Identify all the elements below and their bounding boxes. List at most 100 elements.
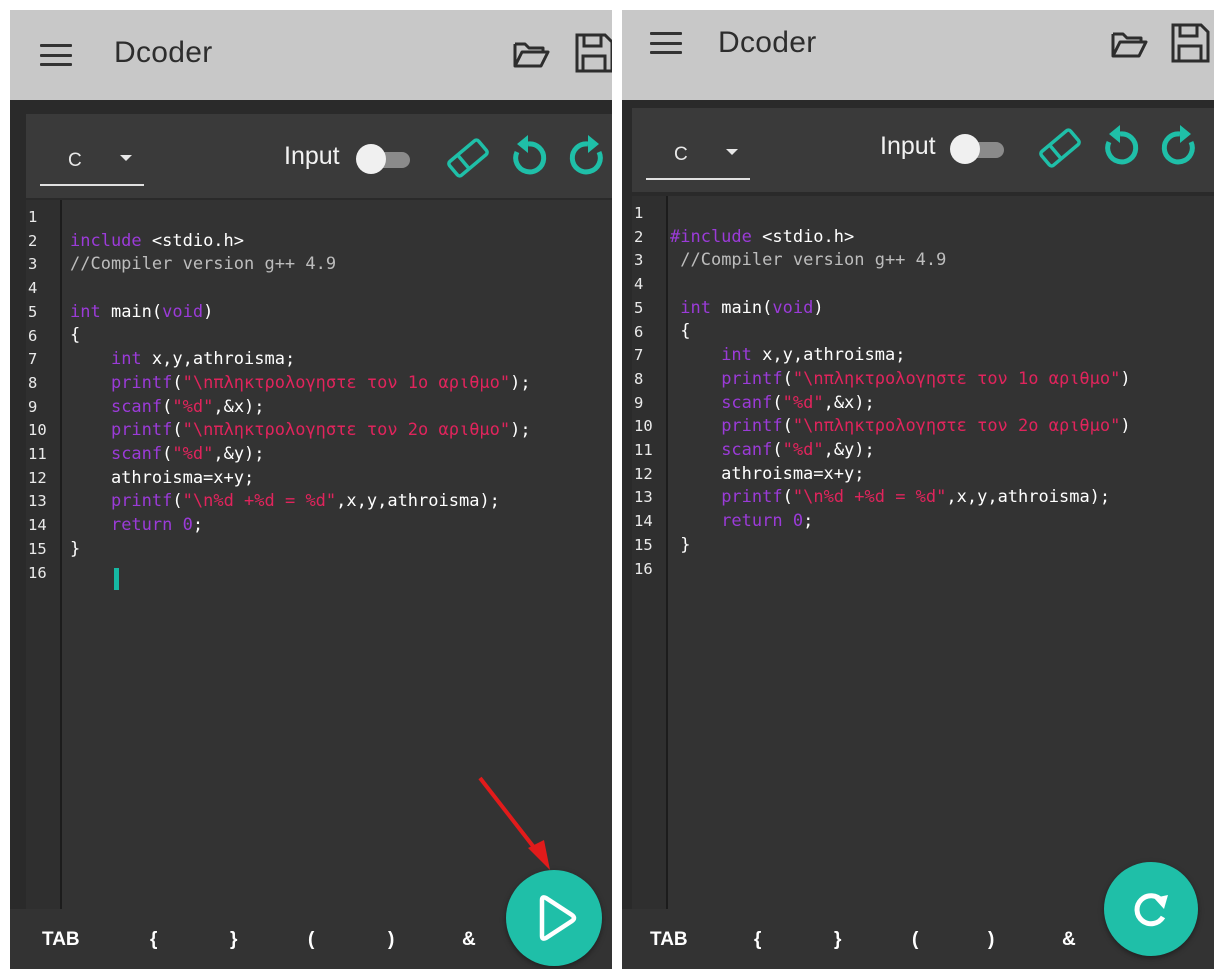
language-select[interactable]: C [40, 130, 144, 186]
input-label: Input [880, 132, 936, 160]
refresh-button[interactable] [1104, 862, 1198, 956]
code-text[interactable]: #include <stdio.h> //Compiler version g+… [670, 202, 1214, 557]
line-number: 7 [28, 350, 38, 369]
line-number: 11 [634, 441, 653, 460]
save-icon[interactable] [574, 32, 612, 74]
language-value: C [674, 144, 688, 165]
redo-icon[interactable] [1156, 124, 1204, 172]
play-icon [539, 895, 577, 941]
code-line: scanf("%d",&x); [110, 396, 265, 417]
code-line: athroisma=x+y; [670, 463, 865, 484]
line-number-gutter: 1 2 3 4 5 6 7 8 9 10 11 12 13 14 15 16 [26, 200, 62, 909]
key-ampersand[interactable]: & [1062, 929, 1076, 951]
key-close-paren[interactable]: ) [388, 929, 394, 951]
line-number-gutter: 1 2 3 4 5 6 7 8 9 10 11 12 13 14 15 16 [632, 196, 668, 909]
code-line: { [70, 325, 81, 346]
line-number: 2 [634, 227, 644, 246]
undo-icon[interactable] [1096, 124, 1144, 172]
line-number: 12 [634, 464, 653, 483]
code-line: printf("\nπληκτρολογηστε τον 2ο αριθμο") [721, 416, 1131, 437]
run-button[interactable] [506, 870, 602, 966]
code-line: //Compiler version g++ 4.9 [70, 254, 337, 275]
key-ampersand[interactable]: & [462, 929, 476, 951]
line-number: 8 [634, 369, 644, 388]
line-number: 8 [28, 373, 38, 392]
line-number: 10 [634, 417, 653, 436]
line-number: 9 [634, 393, 644, 412]
line-number: 10 [28, 421, 47, 440]
key-close-brace[interactable]: } [230, 929, 237, 951]
line-number: 2 [28, 231, 38, 250]
refresh-icon [1134, 893, 1168, 927]
code-line: printf("\nπληκτρολογηστε τον 2ο αριθμο")… [110, 420, 531, 441]
key-close-brace[interactable]: } [834, 929, 841, 951]
line-number: 13 [634, 488, 653, 507]
input-toggle[interactable] [950, 134, 1006, 164]
code-line: { [670, 321, 691, 342]
language-value: C [68, 150, 82, 171]
key-tab[interactable]: TAB [650, 929, 688, 951]
menu-icon[interactable] [40, 44, 72, 66]
code-line: athroisma=x+y; [70, 467, 255, 488]
chevron-down-icon [120, 155, 132, 161]
eraser-icon[interactable] [444, 134, 492, 182]
chevron-down-icon [726, 149, 738, 155]
app-bar: Dcoder [10, 10, 612, 100]
app-title: Dcoder [718, 26, 817, 59]
code-text[interactable]: include <stdio.h> //Compiler version g++ … [70, 206, 612, 561]
key-open-paren[interactable]: ( [912, 929, 918, 951]
code-line: } [670, 534, 691, 555]
line-number: 7 [634, 346, 644, 365]
menu-icon[interactable] [650, 32, 682, 54]
code-line: return 0; [721, 510, 814, 531]
key-tab[interactable]: TAB [42, 929, 80, 951]
code-line: scanf("%d",&x); [721, 392, 875, 413]
line-number: 14 [28, 516, 47, 535]
language-select[interactable]: C [646, 124, 750, 180]
line-number: 14 [634, 512, 653, 531]
dcoder-screen-after: Dcoder C Input 1 2 3 4 5 6 7 8 9 10 11 1… [622, 10, 1214, 969]
key-open-brace[interactable]: { [754, 929, 761, 951]
line-number: 12 [28, 468, 47, 487]
line-number: 4 [634, 275, 644, 294]
code-line: scanf("%d",&y); [721, 439, 875, 460]
key-open-brace[interactable]: { [150, 929, 157, 951]
code-line: #include <stdio.h> [670, 226, 855, 247]
code-line: printf("\n%d +%d = %d",x,y,athroisma); [721, 487, 1111, 508]
line-number: 11 [28, 445, 47, 464]
code-line: return 0; [110, 514, 204, 535]
folder-open-icon[interactable] [512, 40, 550, 70]
app-bar: Dcoder [622, 10, 1214, 100]
code-line: include <stdio.h> [70, 230, 245, 251]
code-editor[interactable]: 1 2 3 4 5 6 7 8 9 10 11 12 13 14 15 16 #include <stdio.… [632, 196, 1214, 909]
line-number: 6 [28, 326, 38, 345]
line-number: 1 [634, 204, 644, 222]
app-title: Dcoder [114, 36, 213, 69]
line-number: 9 [28, 397, 38, 416]
line-number: 16 [634, 559, 653, 578]
code-line: int main(void) [70, 301, 214, 322]
line-number: 16 [28, 563, 47, 582]
input-toggle[interactable] [356, 144, 412, 174]
save-icon[interactable] [1170, 22, 1210, 64]
code-line: printf("\nπληκτρολογηστε τον 1ο αριθμο") [721, 368, 1131, 389]
folder-open-icon[interactable] [1110, 30, 1148, 60]
line-number: 13 [28, 492, 47, 511]
key-open-paren[interactable]: ( [308, 929, 314, 951]
red-arrow [478, 776, 550, 870]
key-close-paren[interactable]: ) [988, 929, 994, 951]
code-line: int main(void) [680, 297, 824, 318]
line-number: 15 [28, 539, 47, 558]
input-label: Input [284, 142, 340, 170]
redo-icon[interactable] [564, 134, 612, 182]
text-cursor [114, 568, 119, 590]
undo-icon[interactable] [504, 134, 552, 182]
line-number: 1 [28, 208, 38, 226]
code-line: //Compiler version g++ 4.9 [680, 250, 947, 271]
eraser-icon[interactable] [1036, 124, 1084, 172]
code-line: printf("\nπληκτρολογηστε τον 1ο αριθμο")… [110, 372, 531, 393]
line-number: 5 [28, 302, 38, 321]
editor-toolbar: C Input [26, 114, 612, 198]
